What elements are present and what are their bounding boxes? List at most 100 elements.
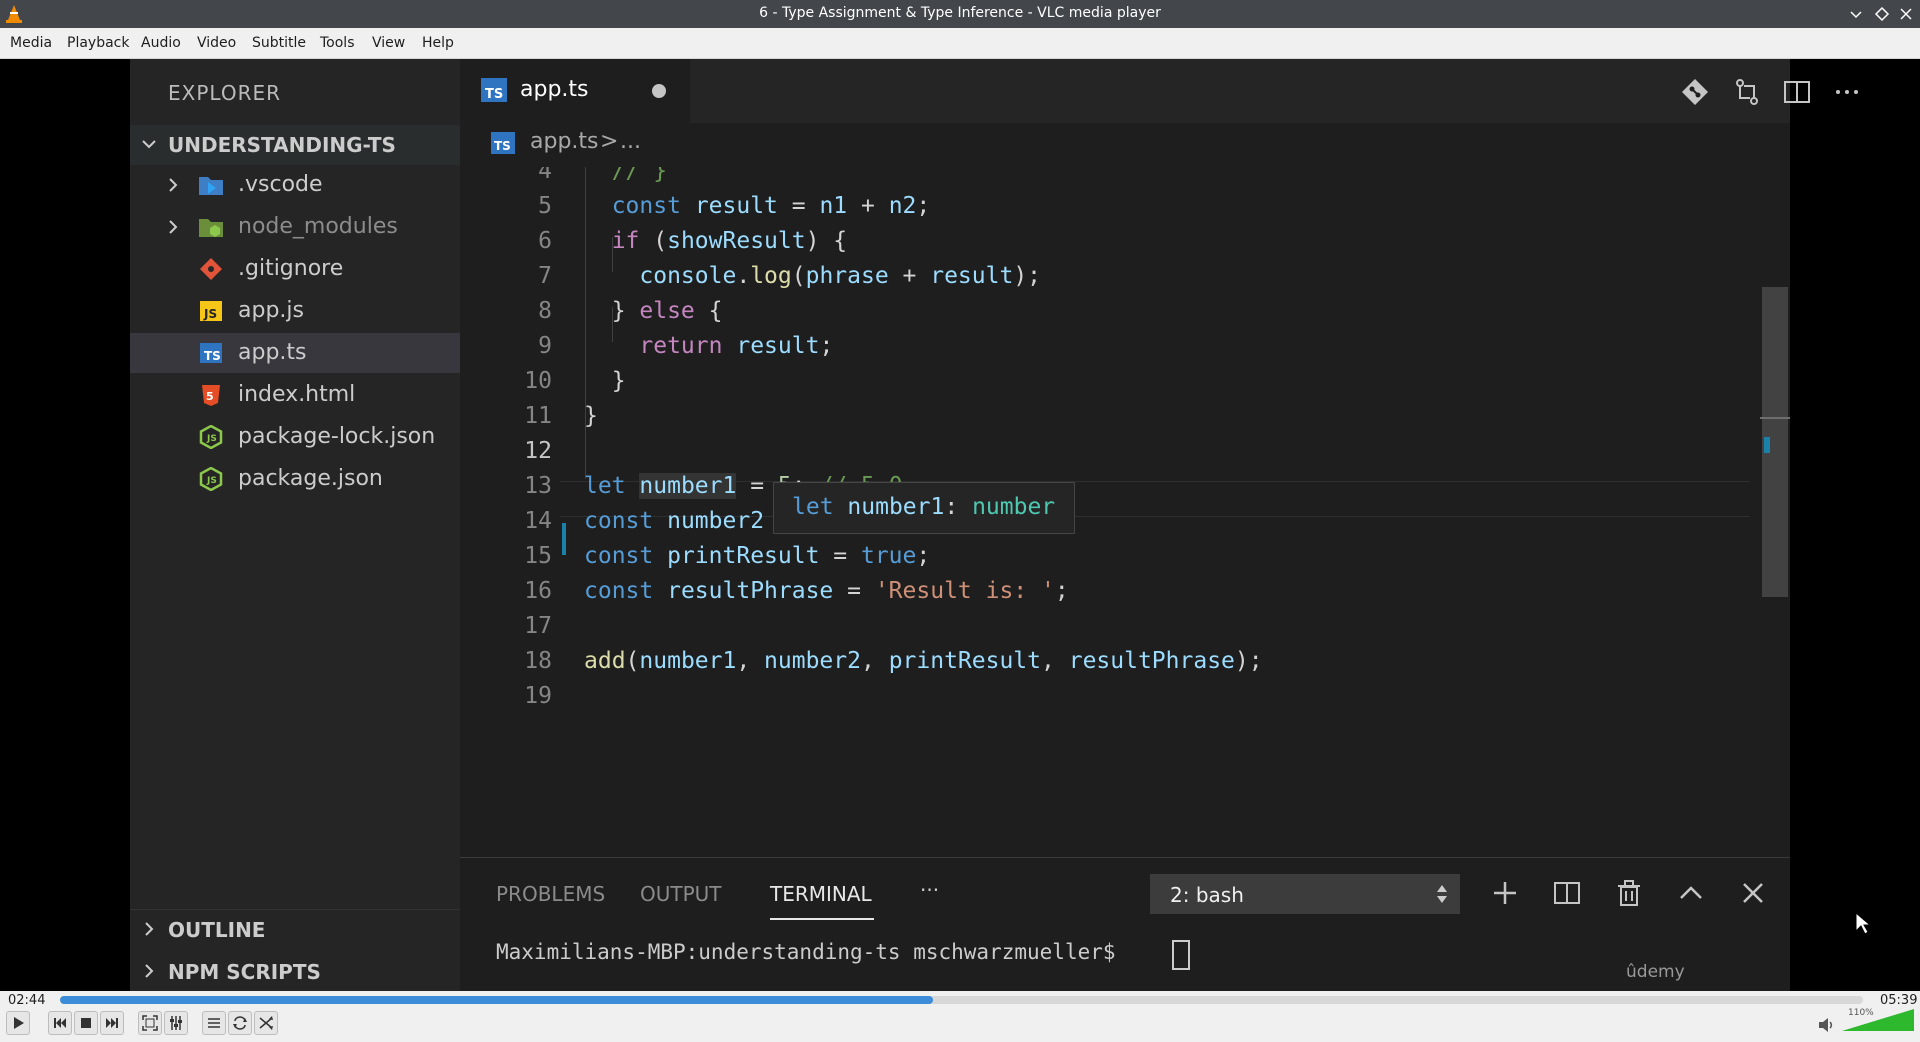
node-json-icon: JS (199, 425, 223, 449)
tree-item-gitignore[interactable]: .gitignore (130, 249, 460, 289)
tab-output[interactable]: OUTPUT (640, 882, 722, 906)
panel-more-icon[interactable]: ··· (920, 878, 939, 902)
unsaved-dot-icon[interactable] (652, 84, 666, 98)
next-button[interactable] (100, 1011, 124, 1035)
chevron-up-icon[interactable] (1676, 878, 1706, 908)
active-tab-underline (770, 918, 874, 920)
svg-text:TS: TS (494, 139, 511, 153)
terminal-cursor (1172, 940, 1190, 970)
play-button[interactable] (6, 1011, 30, 1035)
file-name: package.json (238, 466, 383, 491)
seek-bar-fill (60, 996, 933, 1004)
player-controls: 02:44 05:39 110% (0, 991, 1920, 1042)
npm-scripts-label: NPM SCRIPTS (168, 960, 321, 984)
tree-item-node-modules[interactable]: node_modules (130, 207, 460, 247)
previous-button[interactable] (48, 1011, 72, 1035)
terminal-selected-value: 2: bash (1170, 883, 1244, 907)
code-line: 7 console.log(phrase + result); (538, 263, 1042, 289)
menu-media[interactable]: Media (10, 35, 52, 51)
vscode-folder-icon (199, 177, 223, 195)
split-editor-icon[interactable] (1782, 77, 1812, 107)
code-line: 13 let number1 = 5; // 5.0 (524, 473, 903, 499)
tab-terminal[interactable]: TERMINAL (770, 882, 872, 906)
video-area[interactable]: EXPLORER UNDERSTANDING-TS .vscode node_m… (0, 59, 1920, 992)
menu-video[interactable]: Video (197, 35, 236, 51)
menu-audio[interactable]: Audio (141, 35, 181, 51)
code-line: 18 add(number1, number2, printResult, re… (524, 648, 1263, 674)
playlist-button[interactable] (202, 1011, 226, 1035)
outline-section-header[interactable]: OUTLINE (130, 909, 460, 950)
menu-help[interactable]: Help (422, 35, 454, 51)
file-name: index.html (238, 382, 356, 407)
outline-label: OUTLINE (168, 918, 266, 942)
chevron-right-icon (145, 922, 154, 936)
loop-button[interactable] (228, 1011, 252, 1035)
explorer-title: EXPLORER (168, 81, 281, 105)
tree-item-app-js[interactable]: JS app.js (130, 291, 460, 331)
seek-bar[interactable] (60, 996, 1863, 1004)
menu-view[interactable]: View (372, 35, 405, 51)
close-window-icon[interactable] (1898, 6, 1914, 22)
tree-item-vscode-folder[interactable]: .vscode (130, 165, 460, 205)
tree-item-index-html[interactable]: 5 index.html (130, 375, 460, 415)
menu-tools[interactable]: Tools (320, 35, 355, 51)
type-hover-tooltip: let number1: number (773, 482, 1075, 534)
node-json-icon: JS (199, 467, 223, 491)
npm-scripts-section-header[interactable]: NPM SCRIPTS (130, 952, 460, 992)
mouse-pointer-icon (1855, 911, 1872, 935)
file-name: .vscode (238, 172, 323, 197)
menu-subtitle[interactable]: Subtitle (252, 35, 306, 51)
git-compare-icon[interactable] (1680, 77, 1710, 107)
terminal-prompt[interactable]: Maximilians-MBP:understanding-ts mschwar… (496, 940, 1128, 964)
stop-button[interactable] (74, 1011, 98, 1035)
tree-item-app-ts[interactable]: TS app.ts (130, 333, 460, 373)
tab-app-ts[interactable]: TS app.ts (460, 59, 690, 123)
loop-icon (233, 1016, 247, 1030)
stop-icon (81, 1018, 91, 1028)
fullscreen-button[interactable] (138, 1011, 162, 1035)
select-arrows-icon (1437, 885, 1447, 903)
maximize-icon[interactable] (1874, 6, 1890, 22)
trash-icon[interactable] (1614, 878, 1644, 908)
html-file-icon: 5 (202, 385, 220, 406)
tab-problems[interactable]: PROBLEMS (496, 882, 605, 906)
breadcrumb-file[interactable]: app.ts (530, 129, 599, 154)
chevron-right-icon (169, 220, 178, 234)
elapsed-time: 02:44 (8, 993, 46, 1008)
menu-playback[interactable]: Playback (67, 35, 129, 51)
fullscreen-icon (142, 1015, 158, 1031)
playlist-icon (208, 1018, 220, 1028)
code-line: 4 // } (538, 167, 668, 184)
editor-tab-bar: TS app.ts (460, 59, 1858, 123)
file-name: .gitignore (238, 256, 344, 281)
terminal-select[interactable]: 2: bash (1150, 874, 1460, 914)
more-actions-icon[interactable] (1832, 77, 1862, 107)
close-panel-icon[interactable] (1738, 878, 1768, 908)
code-line: 17 (524, 613, 552, 639)
file-name: app.ts (238, 340, 307, 365)
explorer-sidebar: EXPLORER UNDERSTANDING-TS .vscode node_m… (130, 59, 460, 991)
code-line: 9 return result; (538, 333, 834, 359)
shuffle-button[interactable] (254, 1011, 278, 1035)
speaker-icon[interactable] (1818, 1017, 1836, 1033)
tree-item-package-lock-json[interactable]: JS package-lock.json (130, 417, 460, 457)
ts-file-icon: TS (200, 343, 222, 363)
volume-label: 110% (1848, 1008, 1874, 1018)
project-name: UNDERSTANDING-TS (168, 133, 396, 157)
code-editor[interactable]: 4 // } 5 const result = n1 + n2; 6 if (s… (460, 167, 1790, 857)
project-section-header[interactable]: UNDERSTANDING-TS (130, 125, 460, 165)
file-name: package-lock.json (238, 424, 436, 449)
new-terminal-icon[interactable] (1490, 878, 1520, 908)
extended-settings-button[interactable] (164, 1011, 188, 1035)
code-line: 5 const result = n1 + n2; (538, 193, 931, 219)
tree-item-package-json[interactable]: JS package.json (130, 459, 460, 499)
play-icon (14, 1017, 24, 1029)
svg-text:TS: TS (485, 87, 503, 102)
breadcrumb-more[interactable]: ... (620, 129, 641, 154)
split-terminal-icon[interactable] (1552, 878, 1582, 908)
open-changes-icon[interactable] (1732, 77, 1762, 107)
chevron-right-icon (169, 178, 178, 192)
code-line: 14 const number2 = 2.8; (524, 508, 861, 534)
total-time: 05:39 (1880, 993, 1918, 1008)
minimize-icon[interactable] (1848, 6, 1864, 22)
